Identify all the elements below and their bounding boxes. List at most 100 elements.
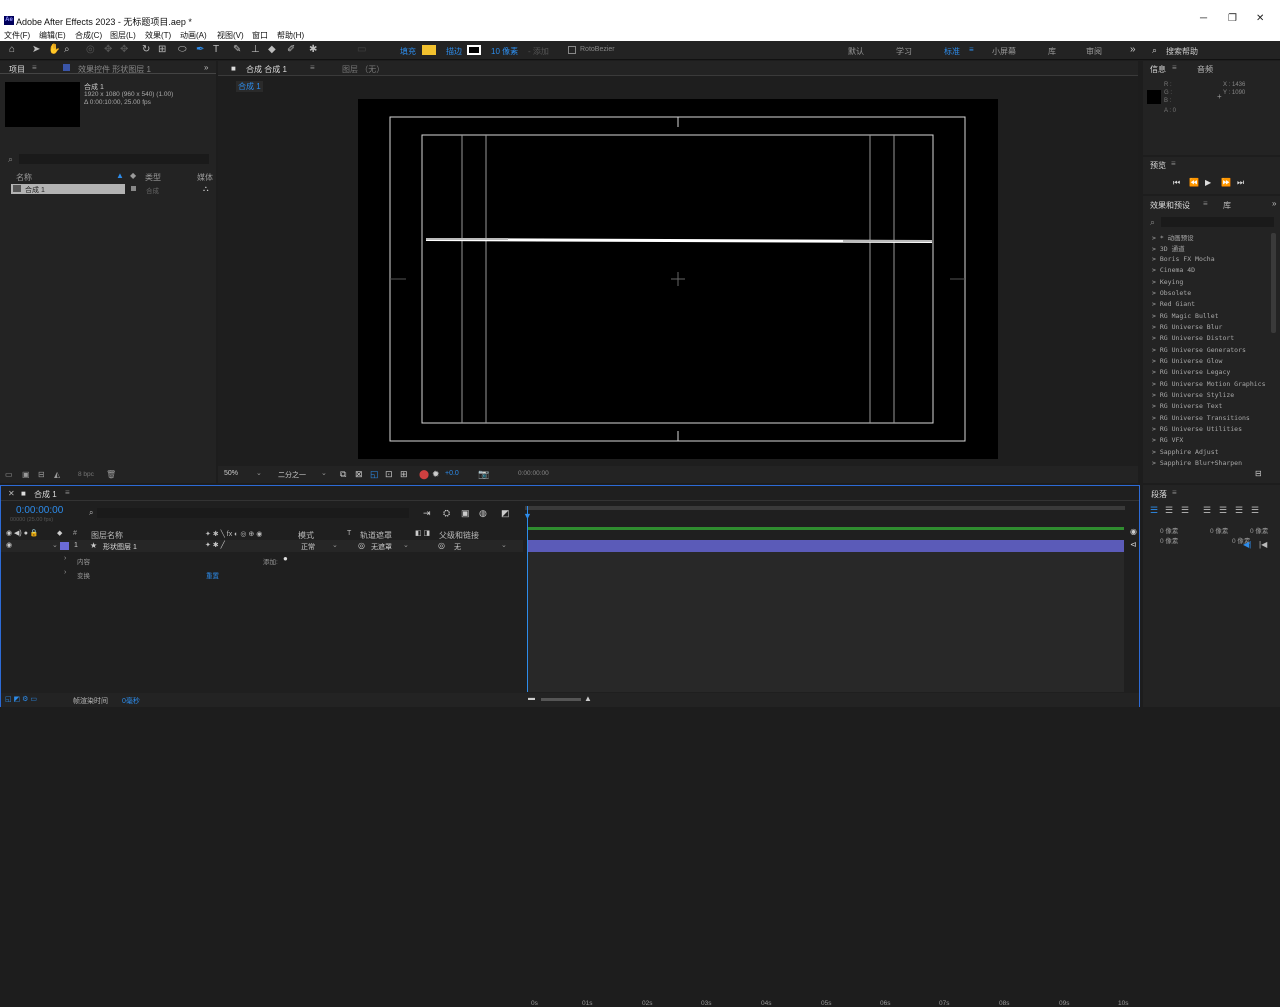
prev-frame-icon[interactable]: ⏪ <box>1189 178 1199 187</box>
graph-editor-icon[interactable]: ◩ <box>501 508 510 519</box>
space-before-value[interactable]: 0 像素 <box>1160 535 1178 545</box>
effects-category[interactable]: > 3D 通道 <box>1152 243 1185 253</box>
brush-tool-icon[interactable]: ✎ <box>233 44 241 55</box>
comp-breadcrumb[interactable]: 合成 1 <box>236 81 263 92</box>
align-left-icon[interactable]: ☰ <box>1150 505 1158 516</box>
interpret-footage-icon[interactable]: ▭ <box>5 470 13 479</box>
effects-category[interactable]: > RG Universe Text <box>1152 402 1222 410</box>
menu-view[interactable]: 视图(V) <box>217 30 244 41</box>
project-search-input[interactable] <box>19 154 209 164</box>
guides-icon[interactable]: ⊡ <box>385 469 393 480</box>
delete-icon[interactable]: 🗑 <box>106 470 116 479</box>
col-media[interactable]: 媒体 <box>197 172 213 183</box>
work-area-range[interactable] <box>528 527 1124 530</box>
layer-end-handle-icon[interactable]: ⊲ <box>1130 540 1137 549</box>
comp-menu-icon[interactable]: ≡ <box>310 63 315 72</box>
layer-label-color[interactable] <box>60 542 69 550</box>
rotobezier-checkbox[interactable] <box>568 46 576 54</box>
menu-file[interactable]: 文件(F) <box>4 30 30 41</box>
layer-tab[interactable]: 图层 （无） <box>342 64 384 75</box>
transparency-grid-icon[interactable]: ⊠ <box>355 469 363 480</box>
col-number[interactable]: # <box>73 530 77 537</box>
project-search-icon[interactable]: ⌕ <box>8 154 13 165</box>
visibility-eye-icon[interactable]: ◉ <box>6 541 12 549</box>
justify-center-icon[interactable]: ☰ <box>1219 505 1227 516</box>
timeline-close-icon[interactable]: ✕ <box>8 489 15 498</box>
effects-category[interactable]: > Sapphire Adjust <box>1152 448 1219 456</box>
snapshot-icon[interactable]: 📷 <box>478 469 489 480</box>
effects-category[interactable]: > Obsolete <box>1152 289 1191 297</box>
matte-chevron-icon[interactable]: ⌄ <box>403 541 409 549</box>
timeline-track-area[interactable] <box>528 552 1124 692</box>
bpc-label[interactable]: 8 bpc <box>78 471 94 478</box>
label-col-icon[interactable]: ◆ <box>130 171 136 180</box>
timeline-search-input[interactable] <box>97 508 409 518</box>
resolution-chevron-icon[interactable]: ⌄ <box>321 469 327 477</box>
flowchart-icon[interactable]: ⛬ <box>203 184 209 194</box>
effects-category[interactable]: > Red Giant <box>1152 300 1195 308</box>
paragraph-menu-icon[interactable]: ≡ <box>1172 488 1177 497</box>
effects-category[interactable]: > * 动画预设 <box>1152 232 1194 242</box>
effects-category[interactable]: > RG Universe Distort <box>1152 334 1234 342</box>
effects-category[interactable]: > RG Universe Motion Graphics <box>1152 380 1266 388</box>
first-frame-icon[interactable]: ⏮ <box>1173 178 1180 188</box>
stroke-color-swatch[interactable] <box>467 45 481 55</box>
adjust-icon[interactable]: ◭ <box>54 470 60 479</box>
shy-layers-icon[interactable]: ▣ <box>461 508 470 519</box>
comp-flow-icon[interactable]: ⇥ <box>423 508 431 519</box>
effects-category[interactable]: > RG Universe Utilities <box>1152 425 1242 433</box>
close-icon[interactable]: ✕ <box>1256 13 1264 24</box>
sort-icon[interactable]: ▲ <box>116 171 124 180</box>
zoom-out-icon[interactable]: ▬ <box>528 695 535 702</box>
maximize-icon[interactable]: ❐ <box>1228 13 1237 24</box>
contents-expand-icon[interactable]: › <box>64 555 66 562</box>
pen-tool-icon[interactable]: ✒ <box>196 44 204 55</box>
effects-scrollbar[interactable] <box>1271 233 1276 333</box>
col-t[interactable]: T <box>347 530 351 537</box>
ltr-direction-icon[interactable]: ◀| <box>1243 540 1251 549</box>
zoom-dropdown[interactable]: 50% <box>224 470 238 477</box>
comp-viewer[interactable] <box>358 99 998 459</box>
zoom-slider[interactable] <box>541 698 581 701</box>
menu-window[interactable]: 窗口 <box>252 30 268 41</box>
menu-layer[interactable]: 图层(L) <box>110 30 136 41</box>
search-help-input[interactable]: 搜索帮助 <box>1166 46 1198 57</box>
menu-effect[interactable]: 效果(T) <box>145 30 171 41</box>
layer-mode-dropdown[interactable]: 正常 <box>301 542 315 552</box>
type-tool-icon[interactable]: T <box>213 44 219 55</box>
first-line-indent-value[interactable]: 0 像素 <box>1250 525 1268 535</box>
layer-switches[interactable]: ✦ ✱ ╱ <box>205 541 225 549</box>
eraser-tool-icon[interactable]: ◆ <box>268 44 276 55</box>
viewer-timecode[interactable]: 0:00:00:00 <box>518 470 549 477</box>
timeline-tab[interactable]: 合成 1 <box>34 489 57 500</box>
timeline-menu-icon[interactable]: ≡ <box>65 488 70 497</box>
preview-menu-icon[interactable]: ≡ <box>1171 159 1176 168</box>
effects-category[interactable]: > RG Universe Stylize <box>1152 391 1234 399</box>
playhead-handle-icon[interactable]: ▼ <box>523 511 532 521</box>
preview-tab[interactable]: 预览 <box>1150 160 1166 171</box>
dolly-tool-icon[interactable]: ✥ <box>120 44 128 55</box>
pan-tool-icon[interactable]: ✥ <box>104 44 112 55</box>
workspace-library[interactable]: 库 <box>1048 46 1056 57</box>
col-name[interactable]: 名称 <box>16 172 32 183</box>
menu-help[interactable]: 帮助(H) <box>277 30 304 41</box>
new-preset-icon[interactable]: ⊟ <box>1255 469 1262 478</box>
region-of-interest-icon[interactable]: ⧉ <box>340 469 346 480</box>
grid-icon[interactable]: ⊞ <box>400 469 408 480</box>
effects-category[interactable]: > RG Universe Transitions <box>1152 414 1250 422</box>
workspace-learn[interactable]: 学习 <box>896 46 912 57</box>
minimize-icon[interactable]: ─ <box>1200 13 1207 24</box>
draft-3d-icon[interactable]: ⛭ <box>443 508 450 519</box>
effects-category[interactable]: > Sapphire Blur+Sharpen <box>1152 459 1242 467</box>
play-icon[interactable]: ▶ <box>1205 178 1211 187</box>
effects-category[interactable]: > RG Universe Blur <box>1152 323 1222 331</box>
layer-duration-bar[interactable] <box>528 540 1124 552</box>
workspace-small-screen[interactable]: 小屏幕 <box>992 46 1016 57</box>
workspace-standard[interactable]: 标准 <box>944 46 960 57</box>
effects-menu-icon[interactable]: ≡ <box>1203 199 1208 208</box>
justify-all-icon[interactable]: ☰ <box>1251 505 1259 516</box>
paragraph-tab[interactable]: 段落 <box>1151 489 1167 500</box>
indent-left-value[interactable]: 0 像素 <box>1160 525 1178 535</box>
effects-category[interactable]: > RG Universe Glow <box>1152 357 1222 365</box>
effects-category[interactable]: > RG Universe Legacy <box>1152 368 1230 376</box>
